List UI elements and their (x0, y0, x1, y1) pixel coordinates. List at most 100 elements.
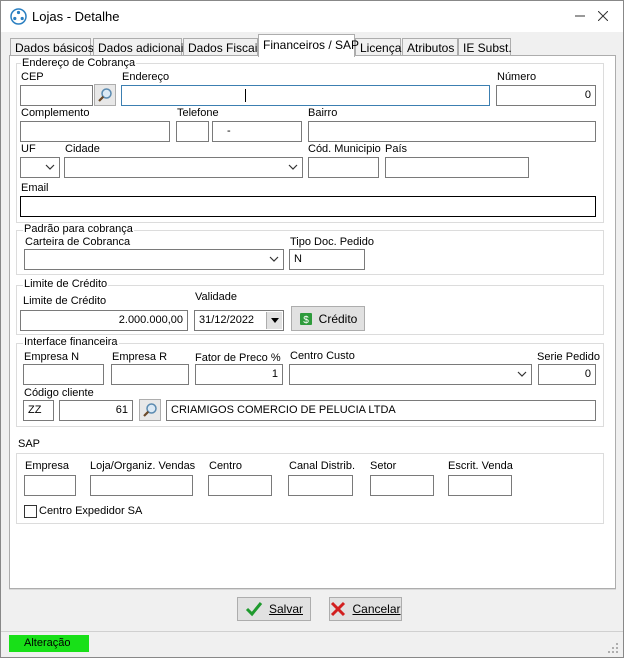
sap-centro-field[interactable] (208, 475, 272, 496)
cross-icon (331, 601, 346, 617)
app-logo-icon (10, 8, 27, 25)
codigo-cliente-label: Código cliente (24, 387, 94, 399)
cancelar-label: Cancelar (352, 602, 401, 616)
validade-field[interactable]: 31/12/2022 (194, 310, 284, 331)
cod-municipio-field[interactable] (308, 157, 379, 178)
status-badge: Alteração (9, 635, 89, 652)
sap-centro-label: Centro (209, 460, 243, 472)
validade-value: 31/12/2022 (199, 314, 255, 326)
telefone-ddd-field[interactable] (176, 121, 209, 142)
limite-field[interactable]: 2.000.000,00 (20, 310, 188, 331)
tab-ie-subst[interactable]: IE Subst. (458, 38, 512, 56)
complemento-label: Complemento (21, 107, 90, 119)
centro-expedidor-checkbox[interactable] (24, 505, 37, 518)
centro-custo-select[interactable] (289, 364, 532, 385)
group-legend: Limite de Crédito (23, 278, 109, 290)
window: Lojas - Detalhe Dados básicos Dados adic… (0, 0, 624, 658)
telefone-field[interactable]: - (212, 121, 302, 142)
empresa-n-label: Empresa N (24, 351, 80, 363)
button-bar (9, 595, 616, 625)
validade-label: Validade (195, 291, 237, 303)
svg-text:$: $ (303, 315, 309, 326)
cep-search-button[interactable] (94, 84, 116, 106)
tipo-doc-label: Tipo Doc. Pedido (290, 236, 374, 248)
tab-financeiros-sap[interactable]: Financeiros / SAP (258, 34, 359, 57)
text-cursor (245, 89, 246, 102)
tab-dados-basicos[interactable]: Dados básicos (10, 38, 94, 56)
empresa-r-field[interactable] (111, 364, 189, 385)
credito-button[interactable]: $ Crédito (291, 306, 365, 331)
bairro-field[interactable] (308, 121, 596, 142)
sap-empresa-label: Empresa (25, 460, 70, 472)
cidade-select[interactable] (64, 157, 303, 178)
uf-select[interactable] (20, 157, 60, 178)
serie-pedido-label: Serie Pedido (537, 351, 600, 363)
date-dropdown-button[interactable] (266, 312, 282, 329)
endereco-field[interactable] (121, 85, 490, 106)
cod-municipio-label: Cód. Municipio (308, 143, 381, 155)
close-button[interactable] (583, 1, 623, 31)
group-legend: Padrão para cobrança (23, 223, 134, 235)
sap-loja-field[interactable] (90, 475, 193, 496)
money-icon: $ (299, 312, 312, 326)
group-legend: Interface financeira (23, 336, 119, 348)
chevron-down-icon (288, 164, 298, 170)
chevron-down-icon (269, 256, 279, 262)
resize-grip-icon[interactable] (608, 643, 619, 654)
chevron-down-icon (517, 371, 527, 377)
pais-field[interactable] (385, 157, 529, 178)
sap-canal-label: Canal Distrib. (289, 460, 356, 472)
sap-loja-label: Loja/Organiz. Vendas (90, 460, 196, 472)
salvar-button[interactable]: Salvar (237, 597, 311, 621)
close-icon (598, 11, 608, 21)
tipo-doc-field[interactable]: N (289, 249, 365, 270)
divider (9, 589, 616, 590)
cep-label: CEP (21, 71, 44, 83)
cep-field[interactable] (20, 85, 93, 106)
credito-button-label: Crédito (318, 311, 358, 326)
sap-escrit-label: Escrit. Venda (448, 460, 513, 472)
carteira-label: Carteira de Cobranca (25, 236, 131, 248)
tab-dados-fiscais[interactable]: Dados Fiscais (183, 38, 263, 56)
empresa-r-label: Empresa R (112, 351, 168, 363)
fator-field[interactable]: 1 (195, 364, 283, 385)
numero-label: Número (497, 71, 537, 83)
cancelar-button[interactable]: Cancelar (329, 597, 402, 621)
centro-expedidor-label: Centro Expedidor SA (39, 505, 143, 517)
tab-dados-adicionais[interactable]: Dados adicionais (93, 38, 189, 56)
sap-empresa-field[interactable] (24, 475, 76, 496)
sap-canal-field[interactable] (288, 475, 353, 496)
pais-label: País (385, 143, 408, 155)
numero-field[interactable]: 0 (496, 85, 596, 106)
serie-pedido-field[interactable]: 0 (538, 364, 596, 385)
centro-custo-label: Centro Custo (290, 350, 355, 362)
group-legend: Endereço de Cobrança (21, 57, 137, 69)
tab-licenca[interactable]: Licença (355, 38, 401, 56)
caret-down-icon (270, 317, 279, 323)
carteira-select[interactable] (24, 249, 284, 270)
uf-label: UF (21, 143, 36, 155)
email-field[interactable] (20, 196, 596, 217)
status-bar: Alteração (1, 631, 623, 657)
codigo-prefix-field[interactable]: ZZ (23, 400, 54, 421)
sap-legend: SAP (18, 438, 41, 450)
tab-atributos[interactable]: Atributos (402, 38, 458, 56)
title-bar: Lojas - Detalhe (1, 1, 623, 32)
empresa-n-field[interactable] (23, 364, 104, 385)
cliente-search-button[interactable] (139, 399, 161, 421)
telefone-label: Telefone (177, 107, 219, 119)
cliente-nome-field: CRIAMIGOS COMERCIO DE PELUCIA LTDA (166, 400, 596, 421)
codigo-cliente-field[interactable]: 61 (59, 400, 133, 421)
sap-setor-field[interactable] (370, 475, 434, 496)
chevron-down-icon (45, 164, 55, 170)
sap-escrit-field[interactable] (448, 475, 512, 496)
search-icon (143, 403, 157, 417)
cidade-label: Cidade (65, 143, 100, 155)
complemento-field[interactable] (20, 121, 170, 142)
bairro-label: Bairro (308, 107, 338, 119)
window-title: Lojas - Detalhe (32, 9, 120, 24)
email-label: Email (21, 182, 49, 194)
sap-setor-label: Setor (370, 460, 397, 472)
search-icon (98, 88, 112, 102)
fator-label: Fator de Preco % (195, 352, 281, 364)
